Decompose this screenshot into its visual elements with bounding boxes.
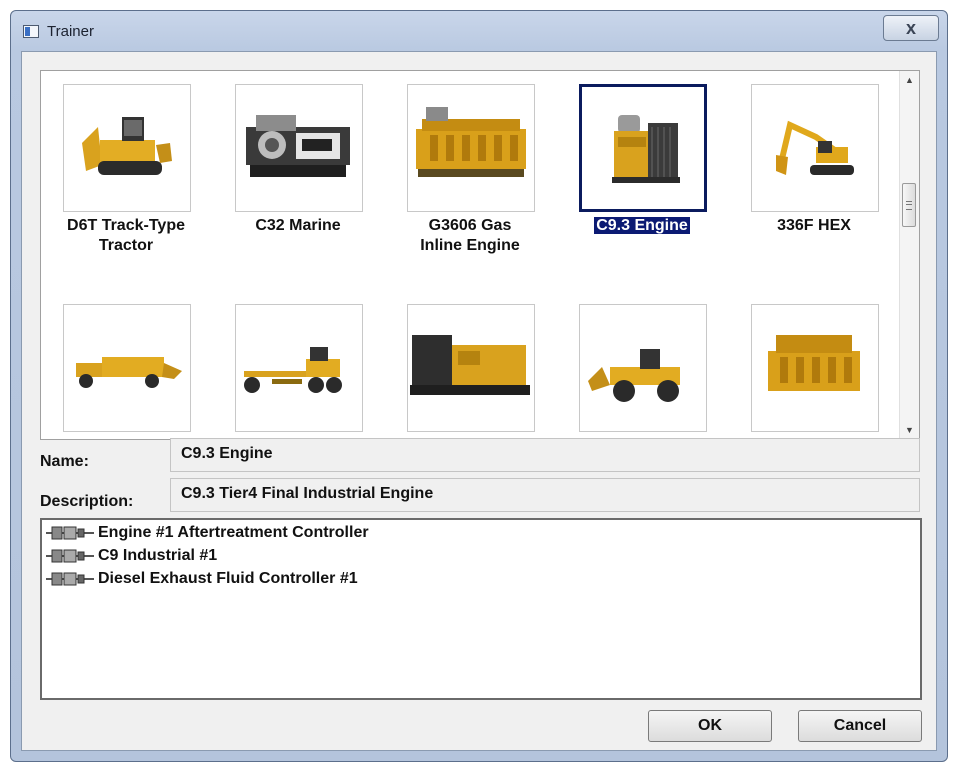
gallery-caption-line: 336F HEX: [777, 217, 851, 234]
gallery-tile-c93[interactable]: [579, 84, 707, 212]
ok-button[interactable]: OK: [648, 710, 772, 742]
name-label: Name:: [40, 453, 89, 470]
gallery-tile-d6t[interactable]: [63, 84, 191, 212]
gallery-tile-c32[interactable]: [235, 84, 363, 212]
industrial-engine-icon: [612, 115, 680, 183]
scroll-down-icon[interactable]: ▼: [900, 421, 919, 439]
gallery-caption-line: Inline Engine: [420, 237, 520, 254]
trainer-window: Trainer x D6T Track-Type Tractor C32 Mar…: [10, 10, 948, 762]
tree-item-label: Engine #1 Aftertreatment Controller: [98, 524, 369, 541]
gallery-tile-loader[interactable]: [579, 304, 707, 432]
equipment-gallery: D6T Track-Type Tractor C32 Marine G3606 …: [40, 70, 920, 440]
close-button[interactable]: x: [883, 15, 939, 41]
cancel-button[interactable]: Cancel: [798, 710, 922, 742]
gallery-tile-g3606[interactable]: [407, 84, 535, 212]
description-label: Description:: [40, 493, 134, 510]
generator-set-icon: [410, 335, 530, 395]
gallery-tile-genset[interactable]: [407, 304, 535, 432]
gallery-caption-selected: C9.3 Engine: [594, 217, 690, 234]
window-title: Trainer: [47, 23, 94, 40]
gallery-caption-d6t: D6T Track-Type Tractor: [41, 216, 211, 256]
excavator-icon: [776, 120, 854, 175]
gallery-tile-336f[interactable]: [751, 84, 879, 212]
tree-item-label: C9 Industrial #1: [98, 547, 218, 564]
gallery-caption-c93: C9.3 Engine: [557, 216, 727, 236]
gallery-caption-line: Tractor: [98, 237, 154, 254]
marine-engine-icon: [246, 115, 350, 177]
gallery-scrollbar[interactable]: ▲ ▼: [899, 71, 919, 439]
ecu-connector-icon: [46, 549, 94, 563]
large-engine-icon: [768, 335, 860, 391]
wheel-loader-icon: [588, 349, 680, 402]
gallery-caption-c32: C32 Marine: [213, 216, 383, 236]
app-icon: [23, 25, 39, 38]
motor-grader-icon: [244, 347, 342, 393]
scroll-up-icon[interactable]: ▲: [900, 71, 919, 89]
gallery-tile-scraper[interactable]: [63, 304, 191, 432]
gallery-tile-grader[interactable]: [235, 304, 363, 432]
description-field: C9.3 Tier4 Final Industrial Engine: [170, 478, 920, 512]
gallery-caption-line: G3606 Gas: [428, 217, 512, 234]
title-bar[interactable]: Trainer x: [11, 11, 947, 51]
tree-item-label: Diesel Exhaust Fluid Controller #1: [98, 570, 358, 587]
gas-inline-engine-icon: [416, 107, 526, 177]
gallery-caption-line: C32 Marine: [255, 217, 341, 234]
ecu-connector-icon: [46, 526, 94, 540]
ecu-connector-icon: [46, 572, 94, 586]
controller-tree: Engine #1 Aftertreatment Controller C9 I…: [40, 518, 922, 700]
gallery-caption-g3606: G3606 Gas Inline Engine: [385, 216, 555, 256]
name-field: C9.3 Engine: [170, 438, 920, 472]
scrollbar-thumb[interactable]: [902, 183, 916, 227]
tree-item[interactable]: Engine #1 Aftertreatment Controller: [44, 522, 369, 544]
tree-item[interactable]: C9 Industrial #1: [44, 545, 217, 567]
track-type-tractor-icon: [82, 117, 172, 175]
dialog-body: D6T Track-Type Tractor C32 Marine G3606 …: [21, 51, 937, 751]
tree-item[interactable]: Diesel Exhaust Fluid Controller #1: [44, 568, 358, 590]
wheel-tractor-scraper-icon: [76, 357, 182, 388]
gallery-tile-large-engine[interactable]: [751, 304, 879, 432]
gallery-caption-line: D6T Track-Type: [67, 217, 185, 234]
gallery-caption-336f: 336F HEX: [729, 216, 899, 236]
